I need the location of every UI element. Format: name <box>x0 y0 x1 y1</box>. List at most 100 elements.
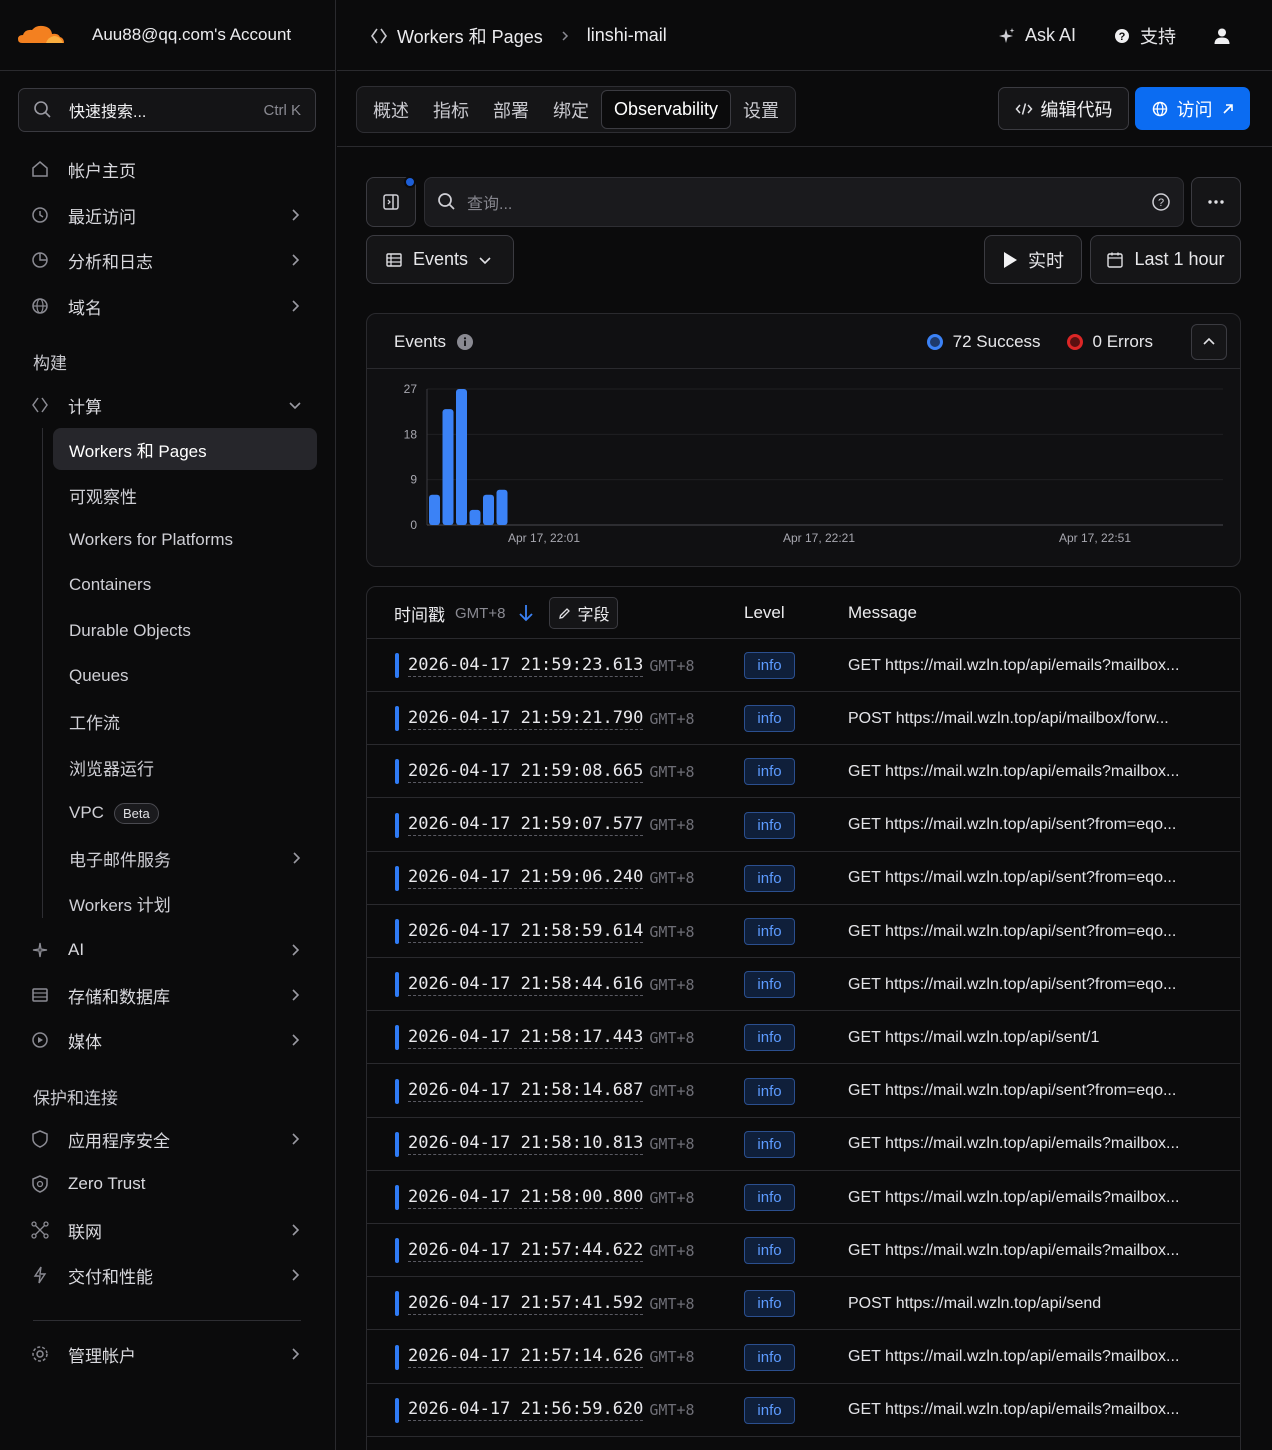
visit-button[interactable]: 访问 <box>1135 87 1250 130</box>
tab-bindings[interactable]: 绑定 <box>541 90 601 129</box>
more-options-button[interactable] <box>1191 177 1241 227</box>
sidebar-item-zero-trust[interactable]: Zero Trust <box>30 1164 316 1204</box>
fields-button[interactable]: 字段 <box>549 597 619 629</box>
chart-bar[interactable] <box>456 389 467 525</box>
legend-errors[interactable]: 0 Errors <box>1066 332 1153 352</box>
live-button[interactable]: 实时 <box>984 235 1082 284</box>
arrow-down-icon[interactable] <box>517 603 535 623</box>
sidebar-item-manage-account[interactable]: 管理帐户 <box>30 1334 316 1374</box>
chart-bar[interactable] <box>496 489 508 525</box>
col-timestamp-header[interactable]: 时间戳 GMT+8 字段 <box>394 587 619 639</box>
row-timestamp: 2026-04-17 21:59:08.665 GMT+8 <box>408 745 695 798</box>
tab-deployments[interactable]: 部署 <box>481 90 541 129</box>
sidebar-item-media[interactable]: 媒体 <box>30 1020 316 1060</box>
chart-bar[interactable] <box>483 494 494 525</box>
table-row[interactable]: 2026-04-17 21:57:14.626 GMT+8 info GET http… <box>367 1331 1240 1384</box>
table-row[interactable]: 2026-04-17 21:58:17.443 GMT+8 info GET http… <box>367 1011 1240 1065</box>
row-message: GET https://mail.wzln.top/api/sent?from=… <box>848 869 1177 887</box>
help-circle-icon[interactable]: ? <box>1151 192 1171 212</box>
table-row[interactable]: 2026-04-17 21:56:59.620 GMT+8 info GET http… <box>367 1384 1240 1437</box>
breadcrumb-root[interactable]: Workers 和 Pages <box>397 23 543 49</box>
svg-text:?: ? <box>1158 197 1164 209</box>
chevron-right-icon <box>562 30 568 41</box>
info-icon[interactable] <box>456 333 474 351</box>
chart-bar[interactable] <box>429 494 440 525</box>
sidebar-item-label: 联网 <box>68 1222 102 1242</box>
globe-icon <box>32 298 48 314</box>
sidebar-item-analytics[interactable]: 分析和日志 <box>30 240 316 280</box>
edit-code-button[interactable]: 编辑代码 <box>998 87 1129 130</box>
sidebar-item-networking[interactable]: 联网 <box>30 1210 316 1250</box>
col-message-header[interactable]: Message <box>848 587 917 639</box>
table-row[interactable]: 2026-04-17 21:58:10.813 GMT+8 info GET http… <box>367 1118 1240 1171</box>
row-timestamp-value: 2026-04-17 21:57:14.626 <box>408 1346 644 1369</box>
time-range-button[interactable]: Last 1 hour <box>1090 235 1241 284</box>
sidebar-item-workers-plans[interactable]: Workers 计划 <box>53 882 317 924</box>
row-level-badge: info <box>744 864 795 892</box>
legend-success-label: 72 Success <box>952 331 1041 351</box>
table-row[interactable]: 2026-04-17 21:59:08.665 GMT+8 info GET http… <box>367 745 1240 799</box>
sidebar-item-workers-pages[interactable]: Workers 和 Pages <box>53 428 317 470</box>
account-switcher[interactable]: Auu88@qq.com's Account <box>0 0 335 71</box>
user-icon[interactable] <box>1212 26 1232 46</box>
chevron-right-icon <box>292 254 300 266</box>
sidebar-item-compute[interactable]: 计算 <box>30 385 316 425</box>
quick-search[interactable]: 快速搜索... Ctrl K <box>18 88 316 132</box>
legend-success[interactable]: 72 Success <box>926 331 1041 352</box>
chart-bar[interactable] <box>442 409 454 525</box>
row-level-indicator <box>395 653 399 678</box>
sidebar-item-recent[interactable]: 最近访问 <box>30 195 316 235</box>
row-timestamp: 2026-04-17 21:58:00.800 GMT+8 <box>408 1171 695 1224</box>
sidebar-item-durable-objects[interactable]: Durable Objects <box>53 610 317 652</box>
table-row[interactable]: 2026-04-17 21:57:41.592 GMT+8 info POST htt… <box>367 1277 1240 1331</box>
tab-overview[interactable]: 概述 <box>361 90 421 129</box>
events-bar-chart: 27 18 9 0 Apr 17, 22:01 Apr 17, 22:21 Apr 17, … <box>404 382 1223 545</box>
sidebar-item-vpc[interactable]: VPC Beta <box>53 792 317 834</box>
table-row[interactable]: 2026-04-17 21:58:00.800 GMT+8 info GET http… <box>367 1171 1240 1224</box>
col-level-header[interactable]: Level <box>744 587 785 639</box>
tab-metrics[interactable]: 指标 <box>421 90 481 129</box>
sidebar-item-observability[interactable]: 可观察性 <box>53 474 317 516</box>
toggle-panel-button[interactable] <box>366 176 416 227</box>
tab-observability[interactable]: Observability <box>601 90 732 129</box>
table-row[interactable]: 2026-04-17 21:58:44.616 GMT+8 info GET http… <box>367 958 1240 1012</box>
query-input[interactable]: 查询... ? <box>424 177 1184 227</box>
view-select-dropdown[interactable]: Events <box>366 235 514 284</box>
sidebar-item-app-security[interactable]: 应用程序安全 <box>30 1119 316 1159</box>
support-button[interactable]: ? 支持 <box>1112 23 1176 49</box>
table-row[interactable]: 2026-04-17 21:59:23.613 GMT+8 info GET http… <box>367 639 1240 692</box>
sidebar-item-email-service[interactable]: 电子邮件服务 <box>53 837 317 879</box>
sidebar-item-delivery[interactable]: 交付和性能 <box>30 1255 316 1295</box>
tab-settings[interactable]: 设置 <box>731 90 791 129</box>
sidebar-item-label: Workers 计划 <box>69 895 171 915</box>
table-row[interactable]: 2026-04-17 21:58:59.614 GMT+8 info GET http… <box>367 905 1240 958</box>
ask-ai-button[interactable]: Ask AI <box>997 25 1076 46</box>
breadcrumb-current[interactable]: linshi-mail <box>587 25 667 46</box>
sidebar-item-containers[interactable]: Containers <box>53 564 317 606</box>
table-row[interactable]: 2026-04-17 21:59:21.790 GMT+8 info POST htt… <box>367 692 1240 746</box>
sidebar-item-ai[interactable]: AI <box>30 930 316 970</box>
row-timestamp-value: 2026-04-17 21:59:06.240 <box>408 867 644 890</box>
sidebar-item-workers-platforms[interactable]: Workers for Platforms <box>53 519 317 561</box>
table-row[interactable]: 2026-04-17 21:59:07.577 GMT+8 info GET http… <box>367 799 1240 852</box>
sidebar-item-domains[interactable]: 域名 <box>30 286 316 326</box>
table-row[interactable]: 2026-04-17 21:58:14.687 GMT+8 info GET http… <box>367 1065 1240 1118</box>
gear-icon <box>32 1346 48 1362</box>
row-level-badge: info <box>744 1184 795 1211</box>
sidebar-item-storage[interactable]: 存储和数据库 <box>30 975 316 1015</box>
sidebar-item-browser-run[interactable]: 浏览器运行 <box>53 746 317 788</box>
sidebar-item-workflows[interactable]: 工作流 <box>53 700 317 742</box>
sidebar-item-queues[interactable]: Queues <box>53 655 317 697</box>
table-row[interactable]: 2026-04-17 21:57:44.622 GMT+8 info GET http… <box>367 1224 1240 1278</box>
sidebar-item-home[interactable]: 帐户主页 <box>30 149 316 189</box>
code-icon <box>1015 102 1032 115</box>
col-timestamp-label: 时间戳 <box>394 605 445 625</box>
sidebar-item-label: 工作流 <box>69 713 120 733</box>
table-row[interactable]: 2026-04-17 21:59:06.240 GMT+8 info GET http… <box>367 852 1240 905</box>
row-level-indicator <box>395 1344 399 1370</box>
collapse-chart-button[interactable] <box>1191 324 1227 360</box>
row-message: GET https://mail.wzln.top/api/sent?from=… <box>848 1082 1177 1100</box>
sidebar-item-label: Queues <box>69 666 129 685</box>
chart-bar[interactable] <box>469 509 481 525</box>
row-level-indicator <box>395 919 399 944</box>
